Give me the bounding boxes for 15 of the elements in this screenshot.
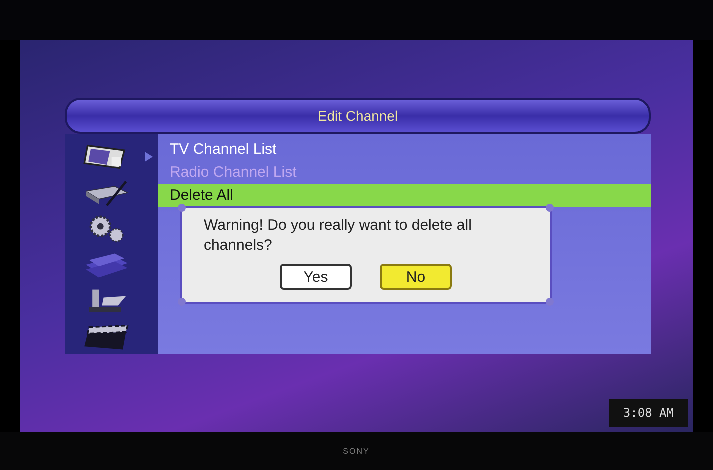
pointer-icon — [145, 152, 153, 162]
menu-item[interactable]: TV Channel List — [158, 138, 651, 161]
menu-title: Edit Channel — [318, 108, 398, 124]
clapperboard-icon[interactable] — [83, 322, 131, 352]
menu-item[interactable]: Delete All — [158, 184, 651, 207]
bezel-logo: SONY — [343, 446, 370, 456]
screw-icon — [546, 204, 554, 212]
screw-icon — [178, 204, 186, 212]
screw-icon — [546, 298, 554, 306]
screw-icon — [178, 298, 186, 306]
dialog-button[interactable]: No — [380, 264, 452, 290]
dialog-button[interactable]: Yes — [280, 264, 352, 290]
warning-message: Warning! Do you really want to delete all channels? — [204, 216, 473, 256]
receiver-icon[interactable] — [83, 178, 131, 208]
clock: 3:08 AM — [609, 399, 688, 427]
